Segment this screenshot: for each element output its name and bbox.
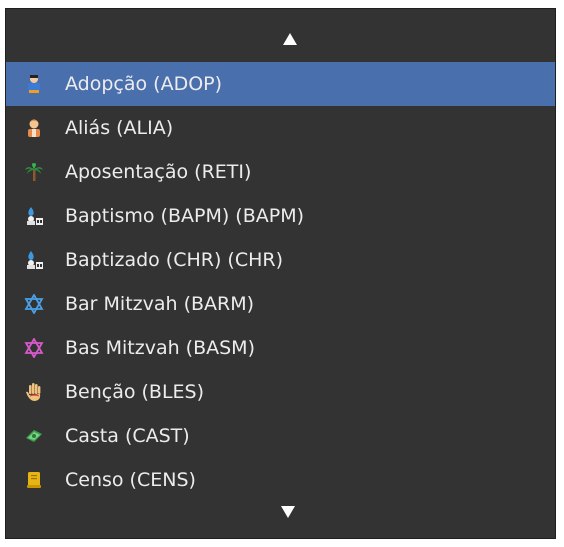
blessing-hand-icon [26, 383, 41, 401]
christening-water-icon [27, 251, 43, 269]
arrow-up-icon [283, 33, 297, 45]
adoption-person-icon [28, 75, 40, 93]
list-item-cast[interactable]: Casta (CAST) [6, 414, 555, 458]
item-label: Baptismo (BAPM) (BAPM) [65, 205, 304, 227]
item-label: Aposentação (RETI) [65, 161, 252, 183]
star-of-david-pink-icon [24, 338, 44, 358]
item-label: Aliás (ALIA) [65, 117, 174, 139]
list-item-cens[interactable]: Censo (CENS) [6, 458, 555, 502]
list-item-basm[interactable]: Bas Mitzvah (BASM) [6, 326, 555, 370]
alias-person-icon [28, 119, 40, 137]
arrow-down-icon [281, 506, 295, 518]
scroll-up-button[interactable] [6, 9, 555, 57]
star-of-david-blue-icon [24, 294, 44, 314]
event-type-list: Adopção (ADOP) Aliás (ALIA) Aposentação … [6, 62, 555, 502]
item-label: Censo (CENS) [65, 469, 196, 491]
scroll-down-button[interactable] [6, 498, 555, 538]
list-item-reti[interactable]: Aposentação (RETI) [6, 150, 555, 194]
list-item-chr[interactable]: Baptizado (CHR) (CHR) [6, 238, 555, 282]
item-label: Bar Mitzvah (BARM) [65, 293, 255, 315]
item-label: Casta (CAST) [65, 425, 190, 447]
list-item-adop[interactable]: Adopção (ADOP) [6, 62, 555, 106]
item-label: Bas Mitzvah (BASM) [65, 337, 255, 359]
caste-money-icon [26, 430, 42, 442]
event-type-dropdown: Adopção (ADOP) Aliás (ALIA) Aposentação … [5, 8, 556, 539]
list-item-bapm[interactable]: Baptismo (BAPM) (BAPM) [6, 194, 555, 238]
item-label: Baptizado (CHR) (CHR) [65, 249, 284, 271]
list-item-barm[interactable]: Bar Mitzvah (BARM) [6, 282, 555, 326]
item-label: Adopção (ADOP) [65, 73, 223, 95]
item-label: Benção (BLES) [65, 381, 205, 403]
list-item-alia[interactable]: Aliás (ALIA) [6, 106, 555, 150]
baptism-water-icon [27, 207, 43, 225]
list-item-bles[interactable]: Benção (BLES) [6, 370, 555, 414]
census-document-icon [27, 472, 41, 488]
palm-tree-icon [25, 163, 43, 181]
